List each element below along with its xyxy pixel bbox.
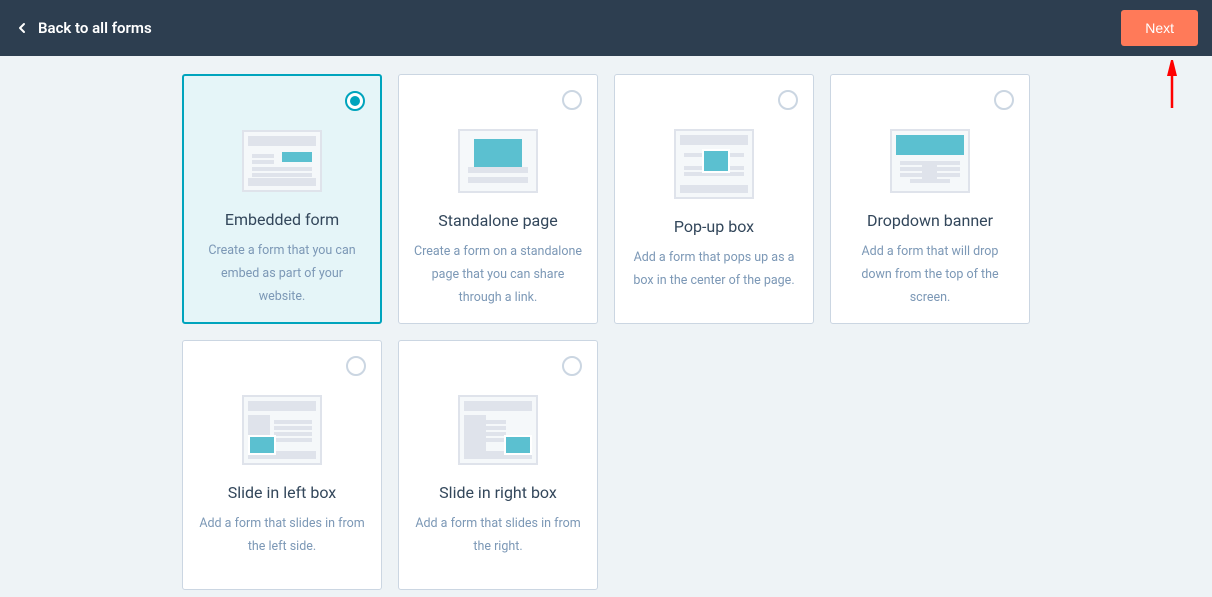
option-title: Slide in left box (228, 483, 336, 502)
thumb-slide-right-icon (458, 395, 538, 465)
option-card-embedded[interactable]: Embedded form Create a form that you can… (182, 74, 382, 324)
option-desc: Add a form that pops up as a box in the … (629, 246, 799, 292)
thumb-embedded-icon (242, 130, 322, 192)
option-desc: Create a form on a standalone page that … (413, 240, 583, 309)
back-to-forms-link[interactable]: Back to all forms (14, 19, 152, 37)
radio-standalone[interactable] (562, 90, 582, 110)
radio-dropdown[interactable] (994, 90, 1014, 110)
back-label: Back to all forms (38, 19, 152, 37)
option-desc: Create a form that you can embed as part… (198, 239, 366, 308)
radio-slide-right[interactable] (562, 356, 582, 376)
content-area: Embedded form Create a form that you can… (0, 56, 1212, 590)
option-title: Standalone page (438, 211, 557, 230)
next-button[interactable]: Next (1121, 10, 1198, 46)
option-card-slide-left[interactable]: Slide in left box Add a form that slides… (182, 340, 382, 590)
option-title: Slide in right box (439, 483, 557, 502)
option-title: Dropdown banner (867, 211, 993, 230)
radio-slide-left[interactable] (346, 356, 366, 376)
header-bar: Back to all forms Next (0, 0, 1212, 56)
option-desc: Add a form that will drop down from the … (845, 240, 1015, 309)
chevron-left-icon (14, 20, 30, 36)
radio-popup[interactable] (778, 90, 798, 110)
thumb-standalone-icon (458, 129, 538, 193)
option-desc: Add a form that slides in from the right… (413, 512, 583, 558)
thumb-slide-left-icon (242, 395, 322, 465)
option-title: Pop-up box (674, 217, 754, 236)
option-card-dropdown[interactable]: Dropdown banner Add a form that will dro… (830, 74, 1030, 324)
form-type-grid: Embedded form Create a form that you can… (182, 74, 1030, 590)
radio-embedded[interactable] (345, 91, 365, 111)
option-desc: Add a form that slides in from the left … (197, 512, 367, 558)
thumb-popup-icon (674, 129, 754, 199)
option-card-popup[interactable]: Pop-up box Add a form that pops up as a … (614, 74, 814, 324)
thumb-dropdown-icon (890, 129, 970, 193)
option-title: Embedded form (225, 210, 339, 229)
option-card-slide-right[interactable]: Slide in right box Add a form that slide… (398, 340, 598, 590)
option-card-standalone[interactable]: Standalone page Create a form on a stand… (398, 74, 598, 324)
